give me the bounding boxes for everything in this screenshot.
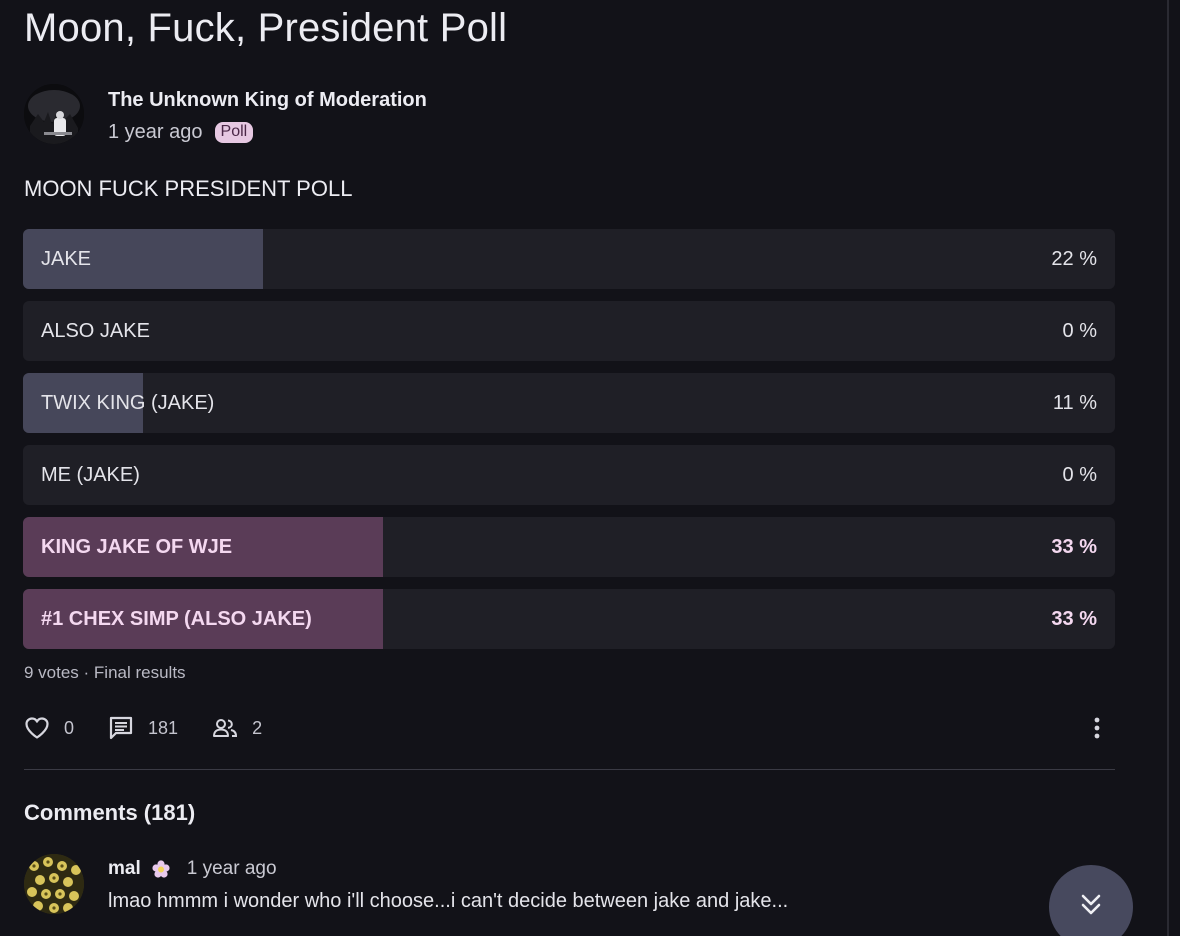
poll-option-percent: 33 % [1051,608,1097,630]
more-options-button[interactable] [1084,712,1110,744]
comment-text: lmao hmmm i wonder who i'll choose...i c… [108,890,789,912]
author-name[interactable]: The Unknown King of Moderation [108,89,427,112]
comment-author-avatar[interactable] [24,854,84,914]
participants-button[interactable]: 2 [212,717,262,739]
comment-author[interactable]: mal [108,858,141,880]
poll-option[interactable]: JAKE 22 % [23,229,1115,289]
people-icon [213,719,238,737]
comment-meta: mal 1 year ago [108,856,277,882]
poll-badge: Poll [214,121,254,143]
poll-option-label: JAKE [41,248,92,270]
poll-option[interactable]: TWIX KING (JAKE) 11 % [23,373,1115,433]
poll-option-label: ALSO JAKE [41,320,150,342]
poll-option-percent: 33 % [1051,536,1097,558]
comment-count: 181 [148,717,179,738]
poll-option[interactable]: KING JAKE OF WJE 33 % [23,517,1115,577]
heart-outline-icon [25,717,49,739]
poll-option-label: ME (JAKE) [41,464,140,486]
comments-heading: Comments (181) [24,800,196,825]
author-avatar[interactable] [24,84,84,144]
author-avatar-image [24,84,84,144]
poll-option[interactable]: ME (JAKE) 0 % [23,445,1115,505]
more-vertical-icon [1094,717,1100,739]
double-chevron-down-icon [1081,894,1101,915]
scroll-to-bottom-button[interactable] [1049,865,1133,936]
poll-option-label: KING JAKE OF WJE [41,536,233,558]
poll-option-percent: 0 % [1062,320,1097,342]
flower-icon [152,860,170,878]
poll-option[interactable]: ALSO JAKE 0 % [23,301,1115,361]
like-button[interactable]: 0 [24,716,74,740]
poll-option-percent: 22 % [1051,248,1097,270]
post-meta: 1 year ago Poll [108,119,254,145]
like-count: 0 [64,717,75,738]
poll-summary: 9 votes · Final results [24,663,186,682]
poll-options: JAKE 22 % ALSO JAKE 0 % TWIX KING (JAKE) 11 %… [23,229,1115,661]
poll-question: MOON FUCK PRESIDENT POLL [24,176,353,201]
comment-avatar-image [24,854,84,914]
poll-option-label: #1 CHEX SIMP (ALSO JAKE) [41,608,312,630]
comment-icon [109,716,133,740]
post-timestamp: 1 year ago [108,120,203,143]
page-title: Moon, Fuck, President Poll [24,6,508,50]
poll-option-percent: 0 % [1062,464,1097,486]
comment-timestamp: 1 year ago [186,858,277,879]
post-actions: 0 181 2 [24,712,296,744]
participant-count: 2 [252,717,263,738]
content-edge-divider [1167,0,1169,936]
comments-button[interactable]: 181 [108,715,178,741]
poll-option-label: TWIX KING (JAKE) [41,392,215,414]
poll-option-percent: 11 % [1052,392,1097,414]
post-page: Moon, Fuck, President Poll The Unknown K… [0,0,1180,936]
poll-option[interactable]: #1 CHEX SIMP (ALSO JAKE) 33 % [23,589,1115,649]
section-divider [24,769,1115,770]
